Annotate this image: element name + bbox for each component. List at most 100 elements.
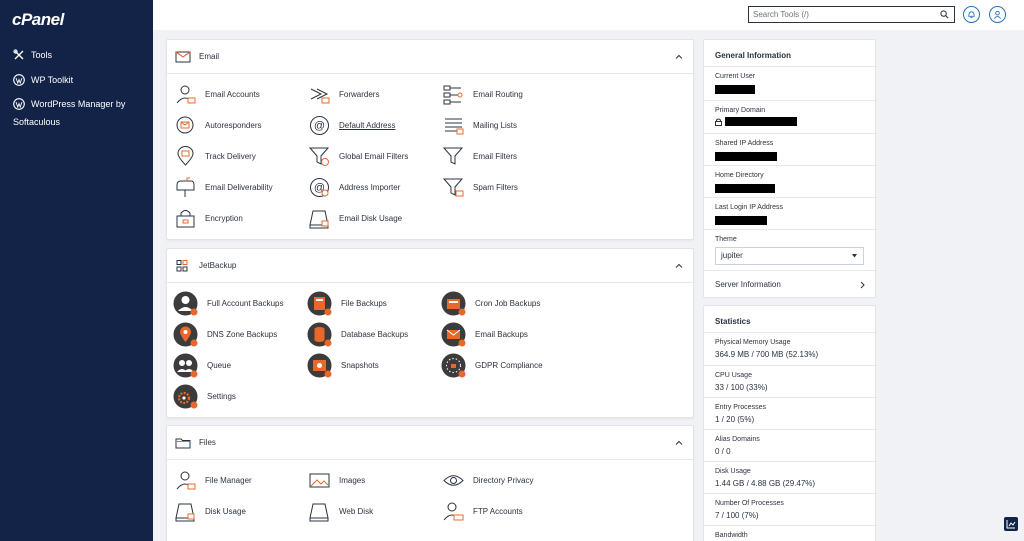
images-link[interactable]: Images xyxy=(309,470,365,491)
chevron-up-icon[interactable] xyxy=(675,439,683,447)
sidebar-item-label: WP Toolkit xyxy=(31,75,74,85)
filter-icon xyxy=(443,146,464,167)
eye-icon xyxy=(443,470,464,491)
lock-envelope-icon xyxy=(175,208,196,229)
stat-value: 1.44 GB / 4.88 GB (29.47%) xyxy=(715,479,816,488)
global-email-filters-link[interactable]: Global Email Filters xyxy=(309,146,408,167)
item-label: GDPR Compliance xyxy=(475,361,543,370)
sidebar-item-tools[interactable]: Tools xyxy=(13,47,52,64)
server-info-link[interactable]: Server Information xyxy=(715,280,877,289)
disk-icon xyxy=(175,501,196,522)
location-pin-icon xyxy=(175,146,196,167)
at-sign-import-icon: @ xyxy=(309,177,330,198)
full-account-backups-link[interactable]: Full Account Backups xyxy=(173,291,283,316)
gdpr-compliance-link[interactable]: GDPR Compliance xyxy=(441,353,543,378)
user-menu-button[interactable] xyxy=(989,6,1006,23)
forwarders-link[interactable]: Forwarders xyxy=(309,84,379,105)
image-icon xyxy=(309,470,330,491)
file-backup-icon xyxy=(307,291,332,316)
database-backups-link[interactable]: Database Backups xyxy=(307,322,408,347)
chevron-up-icon[interactable] xyxy=(675,262,683,270)
ftp-user-icon xyxy=(443,501,464,522)
notifications-button[interactable] xyxy=(963,6,980,23)
tools-icon xyxy=(13,49,24,60)
item-label: Global Email Filters xyxy=(339,152,409,161)
email-disk-usage-link[interactable]: Email Disk Usage xyxy=(309,208,402,229)
panel-title: Files xyxy=(199,438,216,447)
gdpr-icon xyxy=(441,353,466,378)
disk-usage-link[interactable]: Disk Usage xyxy=(175,501,246,522)
directory-privacy-link[interactable]: Directory Privacy xyxy=(443,470,533,491)
stat-row: Number Of Processes 7 / 100 (7%) xyxy=(704,493,877,525)
item-label: FTP Accounts xyxy=(473,507,523,516)
account-backup-icon xyxy=(173,291,198,316)
wordpress-icon xyxy=(13,74,25,86)
wordpress-icon xyxy=(13,98,25,110)
item-label: Email Deliverability xyxy=(205,183,273,192)
spam-filters-link[interactable]: Spam Filters xyxy=(443,177,518,198)
user-icon xyxy=(993,10,1002,19)
gear-icon xyxy=(173,384,198,409)
item-label: Cron Job Backups xyxy=(475,299,541,308)
autoresponders-link[interactable]: Autoresponders xyxy=(175,115,261,136)
snapshots-link[interactable]: Snapshots xyxy=(307,353,379,378)
theme-value: jupiter xyxy=(721,251,743,260)
mailbox-icon xyxy=(175,177,196,198)
cpanel-logo[interactable]: cPanel xyxy=(12,10,64,30)
email-panel-header[interactable]: Email xyxy=(167,40,693,74)
mailing-lists-link[interactable]: Mailing Lists xyxy=(443,115,517,136)
web-disk-link[interactable]: Web Disk xyxy=(309,501,373,522)
item-label: Forwarders xyxy=(339,90,380,99)
item-label: Email Backups xyxy=(475,330,528,339)
chevron-up-icon[interactable] xyxy=(675,53,683,61)
jetbackup-panel-header[interactable]: JetBackup xyxy=(167,249,693,283)
search-input[interactable]: Search Tools (/) xyxy=(748,6,955,23)
home-directory-row: Home Directory xyxy=(704,165,877,197)
dns-zone-backups-link[interactable]: DNS Zone Backups xyxy=(173,322,277,347)
encryption-link[interactable]: Encryption xyxy=(175,208,243,229)
stat-value: 7 / 100 (7%) xyxy=(715,511,759,520)
shared-ip-row: Shared IP Address xyxy=(704,133,877,165)
list-icon xyxy=(443,115,464,136)
sidebar-item-wp-toolkit[interactable]: WP Toolkit xyxy=(13,72,73,89)
sidebar-item-label-cont[interactable]: Softaculous xyxy=(13,114,60,131)
email-deliverability-link[interactable]: Email Deliverability xyxy=(175,177,273,198)
email-filters-link[interactable]: Email Filters xyxy=(443,146,517,167)
file-manager-link[interactable]: File Manager xyxy=(175,470,252,491)
stat-value: 0 / 0 xyxy=(715,447,731,456)
item-label: Spam Filters xyxy=(473,183,518,192)
default-address-link[interactable]: @ Default Address xyxy=(309,115,395,136)
email-panel: Email xyxy=(166,39,694,240)
at-sign-icon: @ xyxy=(309,115,330,136)
panel-title: Statistics xyxy=(715,317,751,326)
settings-link[interactable]: Settings xyxy=(173,384,236,409)
queue-link[interactable]: Queue xyxy=(173,353,231,378)
sidebar-item-wordpress-manager[interactable]: WordPress Manager by xyxy=(13,96,148,113)
email-routing-link[interactable]: Email Routing xyxy=(443,84,523,105)
analytics-button[interactable] xyxy=(1004,517,1018,531)
cron-job-backups-link[interactable]: Cron Job Backups xyxy=(441,291,540,316)
files-panel-header[interactable]: Files xyxy=(167,426,693,460)
ftp-accounts-link[interactable]: FTP Accounts xyxy=(443,501,523,522)
primary-domain-row: Primary Domain xyxy=(704,100,877,133)
stat-label: Entry Processes xyxy=(715,404,766,411)
item-label: Email Accounts xyxy=(205,90,260,99)
file-backups-link[interactable]: File Backups xyxy=(307,291,387,316)
address-importer-link[interactable]: @ Address Importer xyxy=(309,177,400,198)
email-accounts-link[interactable]: Email Accounts xyxy=(175,84,260,105)
info-label: Shared IP Address xyxy=(715,140,774,147)
theme-select[interactable]: jupiter xyxy=(715,247,864,265)
email-backups-link[interactable]: Email Backups xyxy=(441,322,528,347)
user-envelope-icon xyxy=(175,84,196,105)
current-user-row: Current User xyxy=(704,66,877,100)
file-manager-icon xyxy=(175,470,196,491)
autoresponder-icon xyxy=(175,115,196,136)
item-label: File Manager xyxy=(205,476,252,485)
email-backup-icon xyxy=(441,322,466,347)
stat-label: Number Of Processes xyxy=(715,500,784,507)
track-delivery-link[interactable]: Track Delivery xyxy=(175,146,256,167)
general-information-panel: General Information Current User Primary… xyxy=(703,39,877,299)
server-information-row[interactable]: Server Information xyxy=(704,270,877,299)
web-disk-icon xyxy=(309,501,330,522)
bell-icon xyxy=(968,11,975,18)
